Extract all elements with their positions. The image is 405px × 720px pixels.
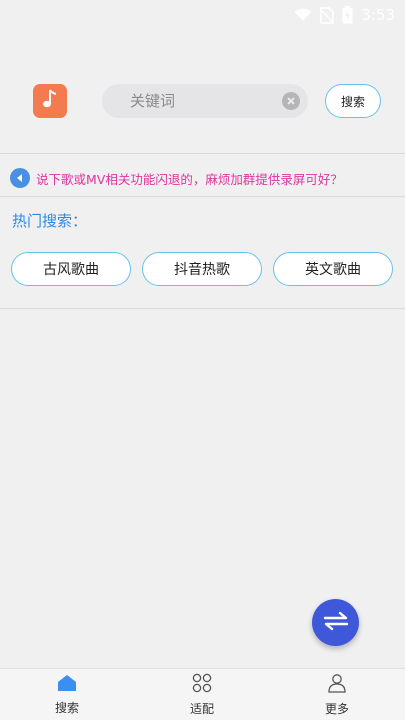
nav-item-more[interactable]: 更多 xyxy=(287,669,387,720)
speaker-icon xyxy=(10,168,30,188)
search-box xyxy=(102,84,308,118)
grid-icon xyxy=(192,673,212,697)
hot-tag[interactable]: 古风歌曲 xyxy=(11,252,131,286)
swap-fab-button[interactable] xyxy=(312,599,359,646)
battery-charging-icon xyxy=(342,6,353,24)
home-search-icon xyxy=(57,674,77,696)
hot-search-title: 热门搜索： xyxy=(12,212,88,230)
header-divider xyxy=(0,153,405,154)
wifi-icon xyxy=(294,8,312,22)
status-bar: 3:53 xyxy=(0,0,405,30)
notice-text: 说下歌或MV相关功能闪退的，麻烦加群提供录屏可好？ xyxy=(36,171,343,187)
notice-banner: 说下歌或MV相关功能闪退的，麻烦加群提供录屏可好？ xyxy=(10,165,400,191)
search-button[interactable]: 搜索 xyxy=(325,84,381,118)
content-divider xyxy=(0,308,405,309)
status-time: 3:53 xyxy=(361,6,395,24)
hot-tag[interactable]: 英文歌曲 xyxy=(273,252,393,286)
user-icon xyxy=(327,673,347,697)
hot-search-tags: 古风歌曲 抖音热歌 英文歌曲 xyxy=(11,252,396,286)
search-input[interactable] xyxy=(130,84,275,118)
nav-item-search[interactable]: 搜索 xyxy=(17,669,117,720)
nav-label: 更多 xyxy=(324,702,349,716)
notice-divider xyxy=(0,196,405,197)
nav-label: 适配 xyxy=(189,702,214,716)
bottom-nav: 搜索 适配 更多 xyxy=(0,668,405,720)
app-logo xyxy=(33,84,67,118)
clear-icon[interactable] xyxy=(282,92,300,110)
nav-item-adapt[interactable]: 适配 xyxy=(152,669,252,720)
no-sim-icon xyxy=(320,6,335,24)
nav-label: 搜索 xyxy=(54,701,79,715)
hot-tag[interactable]: 抖音热歌 xyxy=(142,252,262,286)
status-icons: 3:53 xyxy=(294,5,395,25)
swap-arrows-icon xyxy=(322,610,350,636)
music-note-icon xyxy=(41,88,59,114)
